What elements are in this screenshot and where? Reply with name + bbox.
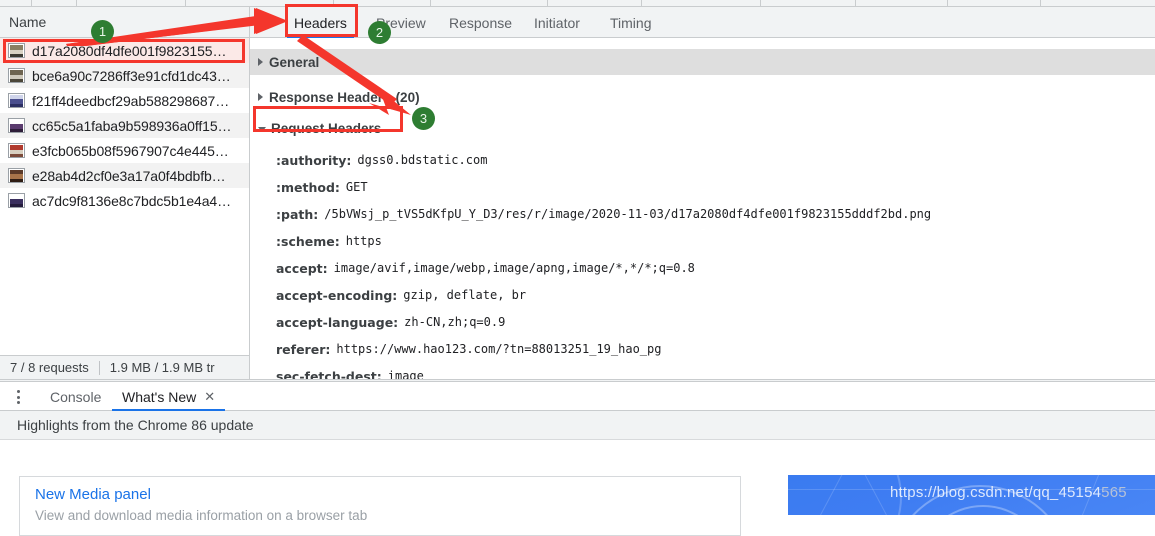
chevron-right-icon xyxy=(258,58,263,66)
drawer-tab-console[interactable]: Console xyxy=(40,382,111,411)
header-value: zh-CN,zh;q=0.9 xyxy=(404,315,506,329)
request-list[interactable]: d17a2080df4dfe001f9823155… bce6a90c7286f… xyxy=(0,38,249,213)
tab-response[interactable]: Response xyxy=(438,7,523,38)
header-key: referer: xyxy=(276,341,331,357)
watermark-url: https://blog.csdn.net/qq_45154565 xyxy=(890,484,1127,501)
watermark-tail: 565 xyxy=(1101,484,1127,501)
image-thumbnail-icon xyxy=(8,193,25,208)
section-general[interactable]: General xyxy=(250,49,1155,75)
whats-new-subtitle: Highlights from the Chrome 86 update xyxy=(17,417,254,433)
image-thumbnail-icon xyxy=(8,93,25,108)
request-name: d17a2080df4dfe001f9823155… xyxy=(32,42,227,59)
section-label: Response Headers xyxy=(269,89,391,105)
section-request-headers[interactable]: Request Headers xyxy=(250,115,1155,141)
tab-label: Headers xyxy=(294,14,347,31)
tab-timing[interactable]: Timing xyxy=(599,7,663,38)
card-title[interactable]: New Media panel xyxy=(35,486,740,503)
request-name: e28ab4d2cf0e3a17a0f4bdbfb… xyxy=(32,167,226,184)
section-response-headers[interactable]: Response Headers (20) xyxy=(250,84,1155,110)
annotation-badge-2: 2 xyxy=(368,21,391,44)
section-label: General xyxy=(269,54,320,70)
badge-label: 1 xyxy=(98,24,107,39)
badge-label: 3 xyxy=(419,111,428,126)
header-value: GET xyxy=(345,180,368,194)
request-name: f21ff4deedbcf29ab588298687… xyxy=(32,92,230,109)
watermark-text: https://blog.csdn.net/qq_45154 xyxy=(890,484,1102,501)
header-key: accept-encoding: xyxy=(276,287,398,303)
chevron-down-icon xyxy=(258,126,266,132)
header-value: image/avif,image/webp,image/apng,image/*… xyxy=(333,261,695,275)
request-list-header: Name xyxy=(0,7,249,38)
header-key: :scheme: xyxy=(276,233,340,249)
request-name: bce6a90c7286ff3e91cfd1dc43… xyxy=(32,67,231,84)
badge-label: 2 xyxy=(375,25,384,40)
tab-headers[interactable]: Headers xyxy=(283,7,358,38)
drawer-tab-label: Console xyxy=(50,388,102,405)
header-row: :authority: dgss0.bdstatic.com xyxy=(250,147,1155,173)
response-headers-count: (20) xyxy=(395,89,420,105)
tab-label: Timing xyxy=(610,14,652,31)
request-row-0[interactable]: d17a2080df4dfe001f9823155… xyxy=(0,38,249,63)
image-thumbnail-icon xyxy=(8,68,25,83)
request-row-4[interactable]: e3fcb065b08f5967907c4e445… xyxy=(0,138,249,163)
image-thumbnail-icon xyxy=(8,43,25,58)
header-row: :scheme: https xyxy=(250,228,1155,254)
whats-new-card[interactable]: New Media panel View and download media … xyxy=(19,476,741,536)
annotation-badge-1: 1 xyxy=(91,20,114,43)
drawer-tab-label: What's New xyxy=(122,388,197,405)
request-row-2[interactable]: f21ff4deedbcf29ab588298687… xyxy=(0,88,249,113)
card-description: View and download media information on a… xyxy=(35,508,368,523)
header-row: accept: image/avif,image/webp,image/apng… xyxy=(250,255,1155,281)
header-row: referer: https://www.hao123.com/?tn=8801… xyxy=(250,336,1155,362)
header-value: https://www.hao123.com/?tn=88013251_19_h… xyxy=(336,342,662,356)
drawer-tabstrip: Console What's New ✕ xyxy=(0,382,1155,411)
section-label: Request Headers xyxy=(271,120,382,136)
drawer-tab-whats-new[interactable]: What's New ✕ xyxy=(112,382,226,411)
header-row: accept-encoding: gzip, deflate, br xyxy=(250,282,1155,308)
request-list-panel: Name d17a2080df4dfe001f9823155… bce6a90c… xyxy=(0,7,250,379)
request-count: 7 / 8 requests xyxy=(10,360,89,375)
image-thumbnail-icon xyxy=(8,168,25,183)
header-key: :method: xyxy=(276,179,340,195)
request-row-1[interactable]: bce6a90c7286ff3e91cfd1dc43… xyxy=(0,63,249,88)
transferred-size: 1.9 MB / 1.9 MB tr xyxy=(109,360,215,375)
request-name: e3fcb065b08f5967907c4e445… xyxy=(32,142,229,159)
request-detail-pane: Headers Preview Response Initiator Timin… xyxy=(250,7,1155,384)
tab-initiator[interactable]: Initiator xyxy=(523,7,591,38)
header-value: https xyxy=(345,234,382,248)
header-key: accept-language: xyxy=(276,314,399,330)
chevron-right-icon xyxy=(258,93,263,101)
header-key: :path: xyxy=(276,206,319,222)
column-header-name: Name xyxy=(9,14,47,30)
more-options-icon[interactable] xyxy=(17,390,21,404)
network-columns-sliver xyxy=(0,0,1155,7)
header-key: accept: xyxy=(276,260,328,276)
tab-label: Response xyxy=(449,14,513,31)
header-value: /5bVWsj_p_tVS5dKfpU_Y_D3/res/r/image/202… xyxy=(324,207,932,221)
request-row-3[interactable]: cc65c5a1faba9b598936a0ff15… xyxy=(0,113,249,138)
request-name: cc65c5a1faba9b598936a0ff15… xyxy=(32,117,232,134)
request-name: ac7dc9f8136e8c7bdc5b1e4a4… xyxy=(32,192,232,209)
network-status-bar: 7 / 8 requests 1.9 MB / 1.9 MB tr xyxy=(0,355,250,379)
devtools-window: Name d17a2080df4dfe001f9823155… bce6a90c… xyxy=(0,0,1155,536)
request-row-6[interactable]: ac7dc9f8136e8c7bdc5b1e4a4… xyxy=(0,188,249,213)
header-value: gzip, deflate, br xyxy=(403,288,527,302)
annotation-badge-3: 3 xyxy=(412,107,435,130)
close-icon[interactable]: ✕ xyxy=(204,389,215,405)
header-value: dgss0.bdstatic.com xyxy=(357,153,488,167)
image-thumbnail-icon xyxy=(8,118,25,133)
image-thumbnail-icon xyxy=(8,143,25,158)
header-row: accept-language: zh-CN,zh;q=0.9 xyxy=(250,309,1155,335)
header-key: :authority: xyxy=(276,152,352,168)
header-row: :path: /5bVWsj_p_tVS5dKfpU_Y_D3/res/r/im… xyxy=(250,201,1155,227)
request-row-5[interactable]: e28ab4d2cf0e3a17a0f4bdbfb… xyxy=(0,163,249,188)
tab-label: Initiator xyxy=(534,14,580,31)
whats-new-subtitle-bar: Highlights from the Chrome 86 update xyxy=(0,411,1155,440)
header-row: :method: GET xyxy=(250,174,1155,200)
